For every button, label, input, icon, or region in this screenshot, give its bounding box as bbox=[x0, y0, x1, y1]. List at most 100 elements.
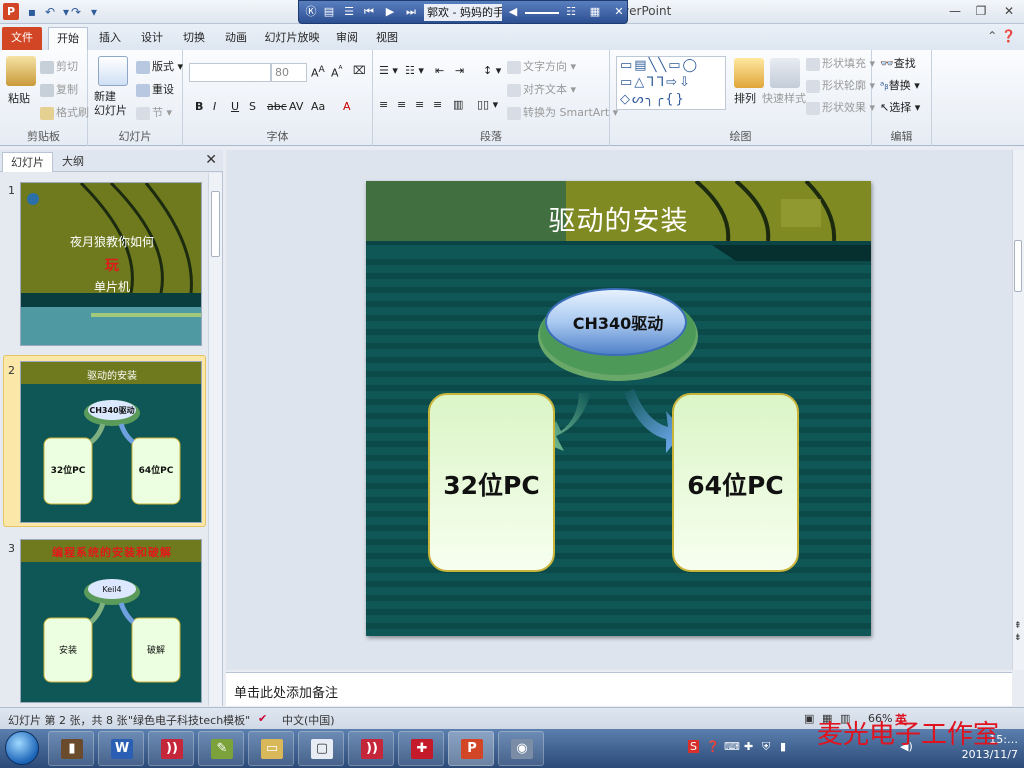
save-icon[interactable]: ▪ bbox=[24, 4, 40, 20]
volume-icon[interactable]: ◀ bbox=[505, 4, 521, 20]
shape-fill-button[interactable]: 形状填充 ▾ bbox=[806, 55, 875, 71]
increase-indent-icon[interactable]: ⇥ bbox=[455, 64, 464, 77]
align-text-button[interactable]: 对齐文本 ▾ bbox=[507, 81, 576, 97]
format-painter-button[interactable]: 格式刷 bbox=[40, 104, 89, 120]
find-button[interactable]: 👓查找 bbox=[880, 55, 916, 71]
smartart-button[interactable]: 转换为 SmartArt ▾ bbox=[507, 104, 618, 120]
copy-button[interactable]: 复制 bbox=[40, 81, 78, 97]
font-size-combo[interactable]: 80 bbox=[271, 63, 307, 82]
shape-outline-button[interactable]: 形状轮廓 ▾ bbox=[806, 77, 875, 93]
tab-insert[interactable]: 插入 bbox=[92, 27, 128, 50]
play-icon[interactable]: ▶ bbox=[382, 4, 398, 20]
bullets-icon[interactable]: ☰ ▾ bbox=[379, 64, 398, 77]
redo-icon[interactable]: ↷ bbox=[68, 4, 84, 20]
canvas-scrollbar[interactable]: ⇞ ⇟ bbox=[1012, 150, 1024, 670]
equalizer-icon[interactable]: ☷ bbox=[563, 4, 579, 20]
text-direction-button[interactable]: 文字方向 ▾ bbox=[507, 58, 576, 74]
tab-design[interactable]: 设计 bbox=[134, 27, 170, 50]
new-slide-button[interactable]: 新建 幻灯片 bbox=[94, 90, 127, 118]
grow-font-icon[interactable]: AA bbox=[311, 64, 325, 80]
italic-icon[interactable]: I bbox=[213, 100, 216, 113]
replace-button[interactable]: ᵃᵦ替换 ▾ bbox=[880, 77, 920, 93]
close-button[interactable]: ✕ bbox=[996, 2, 1022, 20]
driver-label[interactable]: CH340驱动 bbox=[546, 310, 690, 334]
paste-button[interactable]: 粘贴 bbox=[8, 90, 30, 106]
taskbar-app-notepad[interactable]: ✎ bbox=[198, 731, 244, 766]
font-color-icon[interactable]: A bbox=[343, 100, 351, 113]
previous-track-icon[interactable]: ⏮ bbox=[361, 4, 377, 20]
align-center-icon[interactable]: ≡ bbox=[397, 98, 406, 111]
next-track-icon[interactable]: ⏭ bbox=[403, 4, 419, 20]
tray-icon[interactable]: ✚ bbox=[744, 740, 753, 753]
slide-thumbnail-1[interactable]: 夜月狼教你如何 玩 单片机 bbox=[20, 182, 202, 346]
prev-next-slide-icon[interactable]: ⇞ ⇟ bbox=[1014, 620, 1022, 644]
reset-button[interactable]: 重设 bbox=[136, 81, 174, 97]
canvas-scroll-thumb[interactable] bbox=[1014, 240, 1022, 292]
tab-file[interactable]: 文件 bbox=[2, 27, 42, 50]
quick-styles-icon[interactable] bbox=[770, 58, 800, 88]
tab-animations[interactable]: 动画 bbox=[218, 27, 254, 50]
current-slide[interactable]: 驱动的安装 CH340驱动 32位PC 64位PC bbox=[366, 181, 871, 636]
right-box-label[interactable]: 64位PC bbox=[673, 466, 798, 502]
volume-slider[interactable] bbox=[525, 12, 559, 14]
player-open-icon[interactable]: ▤ bbox=[321, 4, 337, 20]
slide-thumbnail-3[interactable]: 编程系统的安装和破解 Keil4 安装 破解 bbox=[20, 539, 202, 703]
select-button[interactable]: ↖选择 ▾ bbox=[880, 99, 920, 115]
distributed-icon[interactable]: ▥ bbox=[453, 98, 463, 111]
tab-transitions[interactable]: 切换 bbox=[176, 27, 212, 50]
arrange-icon[interactable] bbox=[734, 58, 764, 88]
slide-title[interactable]: 驱动的安装 bbox=[366, 199, 871, 238]
help-icon[interactable]: ❓ bbox=[706, 740, 720, 753]
left-box-label[interactable]: 32位PC bbox=[429, 466, 554, 502]
player-close-icon[interactable]: ✕ bbox=[611, 4, 627, 20]
pane-close-icon[interactable]: ✕ bbox=[205, 152, 217, 168]
numbering-icon[interactable]: ☷ ▾ bbox=[405, 64, 424, 77]
ime-tray[interactable]: ⌨ bbox=[724, 740, 740, 753]
normal-view-icon[interactable]: ▣ bbox=[804, 712, 814, 725]
taskbar-app-webcam[interactable]: ◉ bbox=[498, 731, 544, 766]
quick-styles-button[interactable]: 快速样式 bbox=[762, 90, 806, 106]
line-spacing-icon[interactable]: ↕ ▾ bbox=[483, 64, 501, 77]
underline-icon[interactable]: U bbox=[231, 100, 239, 113]
restore-button[interactable]: ❐ bbox=[968, 2, 994, 20]
spellcheck-icon[interactable]: ✔ bbox=[258, 712, 267, 725]
slides-pane-scrollbar[interactable] bbox=[208, 173, 222, 706]
taskbar-app-explorer[interactable]: ▭ bbox=[248, 731, 294, 766]
customize-qat-icon[interactable]: ▾ bbox=[86, 4, 102, 20]
taskbar-app-wifi2[interactable]: )) bbox=[348, 731, 394, 766]
taskbar-app-word[interactable]: W bbox=[98, 731, 144, 766]
taskbar-app-window[interactable]: ▢ bbox=[298, 731, 344, 766]
section-button[interactable]: 节 ▾ bbox=[136, 104, 172, 120]
undo-icon[interactable]: ↶ bbox=[42, 4, 58, 20]
sogou-icon[interactable]: S bbox=[688, 740, 699, 753]
scroll-thumb[interactable] bbox=[211, 191, 220, 257]
change-case-icon[interactable]: Aa bbox=[311, 100, 325, 113]
playlist-icon[interactable]: ☰ bbox=[341, 4, 357, 20]
align-left-icon[interactable]: ≡ bbox=[379, 98, 388, 111]
shrink-font-icon[interactable]: Aᴬ bbox=[331, 64, 342, 80]
font-name-combo[interactable] bbox=[189, 63, 271, 82]
bold-icon[interactable]: B bbox=[195, 100, 203, 113]
tab-home[interactable]: 开始 bbox=[48, 27, 88, 50]
shadow-icon[interactable]: S bbox=[249, 100, 256, 113]
minimize-button[interactable]: — bbox=[942, 2, 968, 20]
shape-effects-button[interactable]: 形状效果 ▾ bbox=[806, 99, 875, 115]
shield-icon[interactable]: ⛨ bbox=[762, 740, 770, 754]
taskbar-app-gift[interactable]: ✚ bbox=[398, 731, 444, 766]
tab-review[interactable]: 审阅 bbox=[330, 27, 364, 50]
language[interactable]: 中文(中国) bbox=[282, 712, 335, 728]
taskbar-app-book[interactable]: ▮ bbox=[48, 731, 94, 766]
player-logo-icon[interactable]: Ⓚ bbox=[303, 4, 319, 20]
layout-button[interactable]: 版式 ▾ bbox=[136, 58, 183, 74]
tab-outline[interactable]: 大纲 bbox=[54, 152, 92, 172]
ribbon-minimize-icon[interactable]: ⌃ ❓ bbox=[987, 29, 1016, 43]
justify-icon[interactable]: ≡ bbox=[433, 98, 442, 111]
char-spacing-icon[interactable]: AV bbox=[289, 100, 303, 113]
clear-format-icon[interactable]: ⌧ bbox=[353, 64, 366, 77]
taskbar-app-powerpoint[interactable]: P bbox=[448, 731, 494, 766]
network-icon[interactable]: ▮ bbox=[780, 740, 786, 753]
align-right-icon[interactable]: ≡ bbox=[415, 98, 424, 111]
taskbar-app-wifi[interactable]: )) bbox=[148, 731, 194, 766]
shapes-gallery[interactable]: ▭▤╲╲▭◯ ▭△ᒣᒣ⇨⇩ ◇ᔕ╮╭{} bbox=[616, 56, 726, 110]
paste-icon[interactable] bbox=[6, 56, 36, 86]
